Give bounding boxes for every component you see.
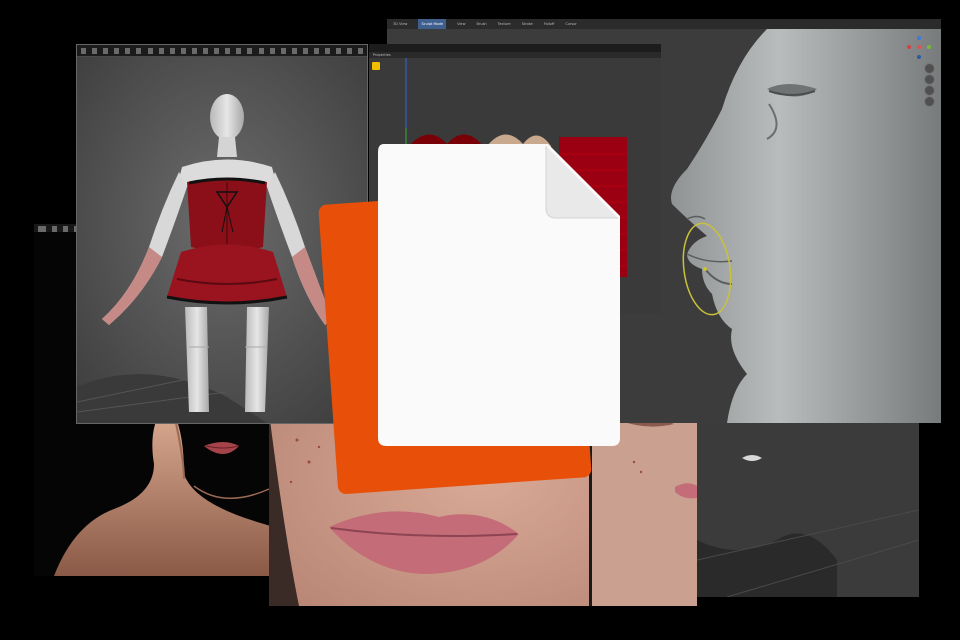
character-toolbar (77, 45, 367, 56)
toolbar-button[interactable] (302, 48, 308, 54)
header-tab-active[interactable]: Sculpt Mode (418, 19, 447, 29)
toolbar-button[interactable] (269, 48, 275, 54)
pan-icon[interactable] (924, 74, 935, 85)
toolbar-button[interactable] (236, 48, 242, 54)
toolbar-button[interactable] (325, 48, 331, 54)
grid-icon[interactable] (924, 96, 935, 107)
toolbar-button[interactable] (125, 48, 131, 54)
axis-x-icon[interactable] (907, 45, 911, 49)
toolbar-button[interactable] (258, 48, 264, 54)
toolbar-button[interactable] (147, 48, 153, 54)
scene-viewport-window (697, 420, 919, 597)
texture-window-toolbar (369, 44, 661, 52)
toolbar-button[interactable] (225, 48, 231, 54)
toolbar-button[interactable] (280, 48, 286, 54)
toolbar-button[interactable] (214, 48, 220, 54)
toolbar-button[interactable] (81, 48, 86, 54)
toolbar-button[interactable] (247, 48, 253, 54)
toolbar-button[interactable] (169, 48, 175, 54)
axis-x-icon[interactable] (917, 45, 921, 49)
toolbar-button[interactable] (136, 48, 142, 54)
sculpt-header-bar: 3D View Sculpt Mode View Brush Texture S… (387, 19, 941, 29)
scene-viewport[interactable] (697, 420, 919, 597)
toolbar-button[interactable] (180, 48, 186, 54)
header-tab[interactable]: Cursor (565, 19, 577, 29)
toolbar-button[interactable] (291, 48, 297, 54)
toolbar-button[interactable] (92, 48, 98, 54)
toolbar-button[interactable] (358, 48, 364, 54)
header-tab[interactable]: Falloff (544, 19, 554, 29)
header-tab[interactable]: View (457, 19, 465, 29)
axis-neg-z-icon[interactable] (917, 55, 921, 59)
zoom-icon[interactable] (924, 63, 935, 74)
toolbar-button[interactable] (114, 48, 120, 54)
toolbar-button[interactable] (313, 48, 319, 54)
toolbar-button[interactable] (191, 48, 197, 54)
toolbar-button[interactable] (103, 48, 109, 54)
file-page-icon (378, 144, 620, 446)
camera-icon[interactable] (924, 85, 935, 96)
header-tab[interactable]: Stroke (522, 19, 533, 29)
toolbar-button[interactable] (336, 48, 342, 54)
header-tab[interactable]: Brush (477, 19, 487, 29)
toolbar-button[interactable] (158, 48, 164, 54)
axis-z-icon[interactable] (917, 36, 921, 40)
document-file-icon[interactable] (318, 144, 620, 496)
axis-y-icon[interactable] (927, 45, 931, 49)
header-tab[interactable]: 3D View (393, 19, 407, 29)
toolbar-button[interactable] (203, 48, 209, 54)
header-tab[interactable]: Texture (498, 19, 511, 29)
toolbar-button[interactable] (347, 48, 353, 54)
